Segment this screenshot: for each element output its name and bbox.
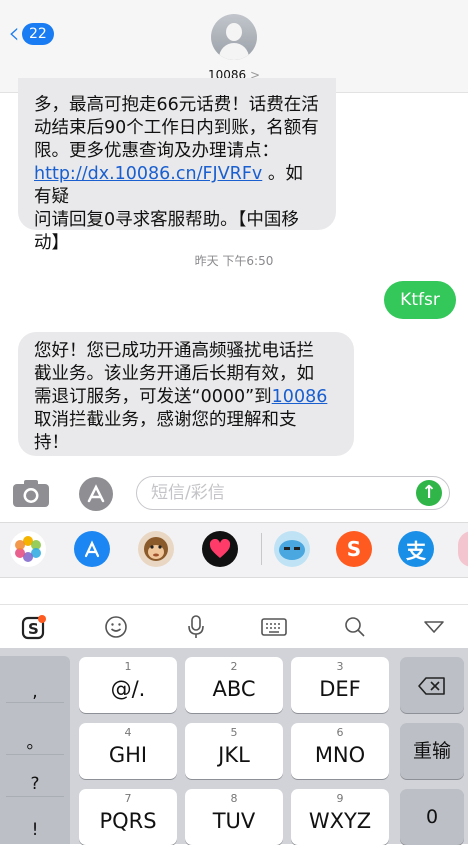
message-line: 取消拦截业务，感谢您的理解和支 <box>34 410 297 430</box>
message-line: 限。更多优惠查询及办理请点： <box>34 141 279 161</box>
symbol-column: , 。 ? ! <box>0 656 70 844</box>
keyboard: , 。 ? ! 1 @/. 2 ABC 3 DEF 4 GHI 5 JKL 6 MNO 重输… <box>0 648 468 845</box>
message-line: 动结束后90个工作日内到账，名额有 <box>34 118 319 138</box>
message-line: 需退订服务，可发送“0000”到10086 <box>34 387 328 407</box>
photos-icon[interactable] <box>10 531 46 567</box>
key-9[interactable]: 9 WXYZ <box>291 789 389 845</box>
appstore-icon[interactable] <box>74 531 110 567</box>
send-button[interactable]: ↑ <box>416 480 442 506</box>
incoming-message[interactable]: 多，最高可抱走66元话费！话费在活 动结束后90个工作日内到账，名额有 限。更多… <box>18 78 336 253</box>
symbol-key[interactable]: 。 <box>0 728 70 753</box>
avatar[interactable] <box>211 14 257 60</box>
message-line: 持！ <box>34 433 69 453</box>
message-line: 您好！您已成功开通高频骚扰电话拦 <box>34 341 314 361</box>
key-7[interactable]: 7 PQRS <box>79 789 177 845</box>
sogou-icon[interactable]: S <box>336 531 372 567</box>
heart-icon[interactable] <box>202 531 238 567</box>
symbol-key[interactable]: , <box>0 682 70 702</box>
back-button[interactable]: ‹ 22 <box>8 16 54 51</box>
collapse-icon[interactable] <box>420 613 448 641</box>
key-2[interactable]: 2 ABC <box>185 657 283 713</box>
alipay-icon[interactable]: 支 <box>398 531 434 567</box>
search-icon[interactable] <box>341 613 369 641</box>
unread-badge: 22 <box>22 23 54 45</box>
smiley-icon[interactable] <box>102 613 130 641</box>
message-line: http://dx.10086.cn/FJVRFv 。如有疑 <box>34 164 303 207</box>
face-icon[interactable] <box>274 531 310 567</box>
monkey-icon[interactable] <box>138 531 174 567</box>
phone-link[interactable]: 10086 <box>272 387 328 407</box>
keyboard-toolbar: S <box>0 604 468 649</box>
message-link[interactable]: http://dx.10086.cn/FJVRFv <box>34 164 262 184</box>
incoming-message[interactable]: 您好！您已成功开通高频骚扰电话拦 截业务。该业务开通后长期有效，如 需退订服务，… <box>18 332 354 456</box>
delete-button[interactable] <box>400 657 464 713</box>
mic-icon[interactable] <box>182 613 210 641</box>
symbol-key[interactable]: ? <box>0 774 70 794</box>
key-6[interactable]: 6 MNO <box>291 723 389 779</box>
message-input[interactable]: 短信/彩信 <box>136 476 450 510</box>
app-icon-partial[interactable] <box>458 531 468 567</box>
keyboard-icon[interactable] <box>260 613 288 641</box>
key-1[interactable]: 1 @/. <box>79 657 177 713</box>
key-4[interactable]: 4 GHI <box>79 723 177 779</box>
reenter-button[interactable]: 重输 <box>400 723 464 779</box>
outgoing-message[interactable]: Ktfsr <box>384 281 456 319</box>
composer: 短信/彩信 ↑ <box>0 470 468 518</box>
key-0[interactable]: 0 <box>400 789 464 845</box>
delete-icon <box>418 676 445 695</box>
camera-icon[interactable] <box>12 478 50 508</box>
arrow-up-icon: ↑ <box>421 482 437 503</box>
symbol-key[interactable]: ! <box>0 820 70 840</box>
message-line: 多，最高可抱走66元话费！话费在活 <box>34 95 319 115</box>
key-8[interactable]: 8 TUV <box>185 789 283 845</box>
chevron-left-icon: ‹ <box>8 16 20 51</box>
app-drawer: S 支 <box>0 522 468 578</box>
sogou-icon[interactable]: S <box>20 613 48 641</box>
message-line: 问请回复0寻求客服帮助。【中国移 <box>34 210 299 230</box>
message-line: 截业务。该业务开通后长期有效，如 <box>34 364 314 384</box>
key-5[interactable]: 5 JKL <box>185 723 283 779</box>
key-3[interactable]: 3 DEF <box>291 657 389 713</box>
divider <box>261 533 262 565</box>
timestamp: 昨天 下午6:50 <box>194 254 274 268</box>
svg-text:S: S <box>28 620 39 638</box>
appstore-icon[interactable] <box>78 476 114 512</box>
